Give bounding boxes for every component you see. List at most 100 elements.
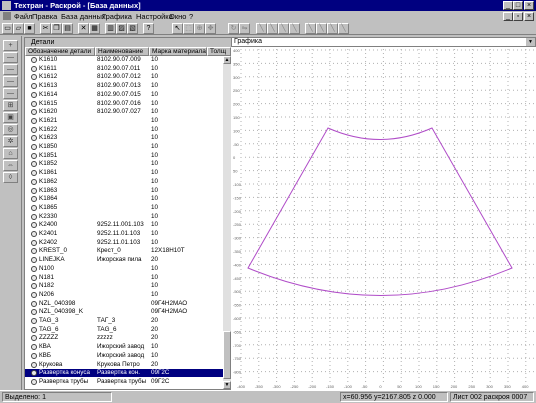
table-row[interactable]: КВБ Ижорский завод 10	[25, 352, 223, 360]
tool-9-icon[interactable]: ✲	[3, 136, 18, 147]
doc-restore-button[interactable]: ▫	[513, 12, 523, 21]
mirror-icon[interactable]: ⇋	[239, 23, 250, 34]
table-row[interactable]: N181 10	[25, 274, 223, 282]
tool-10-icon[interactable]: ⌂	[3, 148, 18, 159]
menu-graphics[interactable]: Графика	[102, 12, 132, 21]
table-row[interactable]: K1862 10	[25, 178, 223, 186]
select-box-icon[interactable]: ⬚	[183, 23, 194, 34]
menu-settings[interactable]: Настройка	[136, 12, 173, 21]
chevron-down-icon[interactable]: ▼	[526, 38, 535, 46]
maximize-button[interactable]: □	[513, 1, 523, 10]
arc-tool-icon[interactable]: ╲	[305, 23, 316, 34]
table-row[interactable]: K1611 8102.90.07.011 10	[25, 65, 223, 73]
arc-tool2-icon[interactable]: ╲	[316, 23, 327, 34]
table-row[interactable]: K1850 10	[25, 143, 223, 151]
table-row[interactable]: N182 10	[25, 282, 223, 290]
table-row[interactable]: K1852 10	[25, 160, 223, 168]
table-row[interactable]: KREST_0 Крест_0 12Х18Н10Т	[25, 247, 223, 255]
line-tool4-icon[interactable]: ╲	[289, 23, 300, 34]
preview-icon[interactable]: ▧	[127, 23, 138, 34]
menu-file[interactable]: Файл	[14, 12, 32, 21]
tool-1-icon[interactable]: +	[3, 40, 18, 51]
rotate-icon[interactable]: ↻	[228, 23, 239, 34]
open-icon[interactable]: ▱	[13, 23, 24, 34]
doc-minimize-button[interactable]: _	[503, 12, 513, 21]
menu-window[interactable]: Окно	[169, 12, 186, 21]
table-row[interactable]: K1621 10	[25, 117, 223, 125]
table-row[interactable]: TAG_3 ТАГ_3 20	[25, 317, 223, 325]
table-row[interactable]: K2401 9252.11.01.103 10	[25, 230, 223, 238]
table-row[interactable]: K1623 10	[25, 134, 223, 142]
table-row[interactable]: K1861 10	[25, 169, 223, 177]
zoom-icon[interactable]: ⊕	[194, 23, 205, 34]
copy-icon[interactable]: ❐	[51, 23, 62, 34]
column-header-material[interactable]: Марка материала	[149, 47, 207, 56]
table-row[interactable]: K2400 9252.11.001.103 10	[25, 221, 223, 229]
table-row[interactable]: K1620 8102.90.07.027 10	[25, 108, 223, 116]
table-row[interactable]: K1612 8102.90.07.012 10	[25, 73, 223, 81]
table-row[interactable]: NZL_040398_K 09Г4Н2МАО	[25, 308, 223, 316]
new-icon[interactable]: ▭	[2, 23, 13, 34]
table-row[interactable]: K1865 10	[25, 204, 223, 212]
table-icon[interactable]: ▥	[105, 23, 116, 34]
table-row[interactable]: K1615 8102.90.07.016 10	[25, 100, 223, 108]
scroll-down-icon[interactable]: ▼	[223, 381, 231, 389]
table-row[interactable]: TAG_6 TAG_6 20	[25, 326, 223, 334]
table-row[interactable]: N206 10	[25, 291, 223, 299]
print-icon[interactable]: ▨	[116, 23, 127, 34]
table-row[interactable]: NZL_040398 09Г4Н2МАО	[25, 300, 223, 308]
table-row[interactable]: K1864 10	[25, 195, 223, 203]
select-arrow-icon[interactable]: ↖	[172, 23, 183, 34]
arc-tool3-icon[interactable]: ╲	[327, 23, 338, 34]
column-header-id[interactable]: Обозначение детали	[25, 47, 95, 56]
table-row[interactable]: K1610 8102.90.07.009 10	[25, 56, 223, 64]
line-tool2-icon[interactable]: ╲	[267, 23, 278, 34]
cut-icon[interactable]: ✂	[40, 23, 51, 34]
table-row[interactable]: K1614 8102.90.07.015 10	[25, 91, 223, 99]
minimize-button[interactable]: _	[503, 1, 513, 10]
table-row[interactable]: K2330 10	[25, 213, 223, 221]
table-row[interactable]: K1851 10	[25, 152, 223, 160]
table-row[interactable]: K1613 8102.90.07.013 10	[25, 82, 223, 90]
parts-scrollbar[interactable]: ▲ ▼	[223, 56, 231, 389]
save-icon[interactable]: ■	[24, 23, 35, 34]
tool-8-icon[interactable]: ◎	[3, 124, 18, 135]
column-header-name[interactable]: Наименование	[95, 47, 149, 56]
tool-6-icon[interactable]: ⊞	[3, 100, 18, 111]
tool-2-icon[interactable]: —	[3, 52, 18, 63]
tool-12-icon[interactable]: ◊	[3, 172, 18, 183]
table-row[interactable]: Крукова Крукова Петро 20	[25, 361, 223, 369]
table-row[interactable]: K1863 10	[25, 187, 223, 195]
scroll-thumb[interactable]	[223, 331, 231, 379]
help-icon[interactable]: ?	[143, 23, 154, 34]
tool-11-icon[interactable]: ⇔	[3, 160, 18, 171]
line-tool3-icon[interactable]: ╲	[278, 23, 289, 34]
tool-5-icon[interactable]: —	[3, 88, 18, 99]
tool-4-icon[interactable]: —	[3, 76, 18, 87]
graphics-combo[interactable]: Графика ▼	[231, 37, 536, 47]
tool-3-icon[interactable]: —	[3, 64, 18, 75]
table-row[interactable]: K2402 9252.11.01.103 10	[25, 239, 223, 247]
column-header-thickness[interactable]: Толщ	[207, 47, 231, 56]
pan-icon[interactable]: ✥	[205, 23, 216, 34]
doc-icon[interactable]	[3, 12, 11, 20]
menu-help[interactable]: ?	[189, 12, 193, 21]
close-button[interactable]: ×	[524, 1, 534, 10]
line-tool-icon[interactable]: ╲	[256, 23, 267, 34]
arc-tool4-icon[interactable]: ╲	[338, 23, 349, 34]
table-row[interactable]: ZZZZZ zzzzz 20	[25, 334, 223, 342]
menu-database[interactable]: База данных	[61, 12, 106, 21]
table-row[interactable]: LINEJKA Ижорская пила 20	[25, 256, 223, 264]
paste-icon[interactable]: ▤	[62, 23, 73, 34]
table-row[interactable]: КВА Ижорский завод 10	[25, 343, 223, 351]
drawing-canvas[interactable]: 400350300250200150100-50050-100-150-200-…	[231, 47, 536, 390]
scroll-up-icon[interactable]: ▲	[223, 56, 231, 64]
menu-edit[interactable]: Правка	[32, 12, 57, 21]
properties-icon[interactable]: ▦	[89, 23, 100, 34]
table-row[interactable]: K1622 10	[25, 126, 223, 134]
doc-close-button[interactable]: ×	[524, 12, 534, 21]
tool-7-icon[interactable]: ▣	[3, 112, 18, 123]
table-row[interactable]: Развертка трубы Развертка трубы 09Г2С	[25, 378, 223, 386]
table-row[interactable]: Развертка конуса Развертка кон. 09Г2С	[25, 369, 223, 378]
delete-icon[interactable]: ✕	[78, 23, 89, 34]
